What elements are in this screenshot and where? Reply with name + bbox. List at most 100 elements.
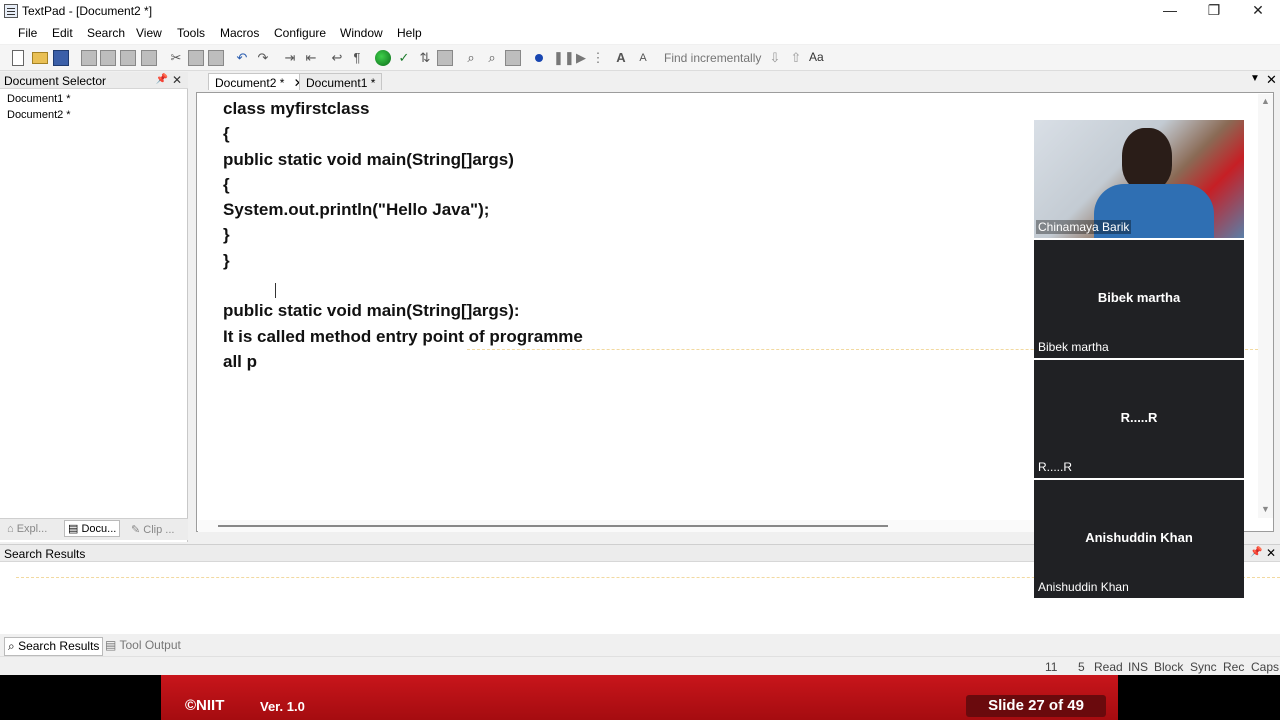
open-folder-icon[interactable] <box>32 52 48 64</box>
find-in-files-icon[interactable] <box>505 50 521 66</box>
pause-macro-icon[interactable]: ❚❚ <box>553 50 575 66</box>
sort-icon[interactable]: ⇅ <box>417 50 433 66</box>
copy-icon[interactable] <box>188 50 204 66</box>
code-line: class myfirstclass <box>223 99 370 118</box>
code-line: { <box>223 175 230 194</box>
participant-tile[interactable]: R.....R R.....R <box>1034 360 1244 478</box>
participant-name: Chinamaya Barik <box>1036 220 1132 234</box>
code-line: System.out.println("Hello Java"); <box>223 200 490 219</box>
tab-search-results[interactable]: ⌕ Search Results <box>4 637 104 656</box>
outdent-icon[interactable]: ⇤ <box>303 50 319 66</box>
compare-files-icon[interactable] <box>437 50 453 66</box>
status-line-number: 11 <box>1045 660 1058 674</box>
document-tab-row: Document2 * ✕ Document1 * ▼ ✕ <box>192 72 1280 90</box>
close-panel-icon[interactable]: ✕ <box>172 73 182 87</box>
code-line: public static void main(String[]args) <box>223 150 514 169</box>
participant-video-feed <box>1122 128 1172 190</box>
participant-tile[interactable]: Anishuddin Khan Anishuddin Khan <box>1034 480 1244 598</box>
menu-macros[interactable]: Macros <box>220 26 259 40</box>
tab-document1[interactable]: Document1 * <box>299 73 383 90</box>
tab-explorer[interactable]: ⌂ Expl... <box>4 522 50 536</box>
code-line: } <box>223 225 230 244</box>
participant-tile[interactable]: Bibek martha Bibek martha <box>1034 240 1244 358</box>
match-case-toggle[interactable]: Aa <box>809 50 824 64</box>
pin-icon[interactable]: 📌 <box>156 74 168 85</box>
restore-icon[interactable]: ❐ <box>1192 0 1236 22</box>
cut-icon[interactable]: ✂ <box>168 50 184 66</box>
document-selector-title: Document Selector <box>4 74 107 88</box>
menu-help[interactable]: Help <box>397 26 422 40</box>
tab-clip-library-label: Clip ... <box>143 524 175 536</box>
participant-video-tile[interactable]: Chinamaya Barik <box>1034 120 1244 238</box>
side-panel-tabs: ⌂ Expl... ▤ Docu... ✎ Clip ... <box>0 518 188 540</box>
status-rec: Rec <box>1223 660 1245 674</box>
play-macro-icon[interactable]: ▶ <box>573 50 589 66</box>
find-next-down-icon[interactable]: ⇩ <box>767 50 783 66</box>
menu-file[interactable]: File <box>18 26 37 40</box>
scroll-up-icon[interactable]: ▲ <box>1261 96 1270 106</box>
increase-font-icon[interactable]: A <box>613 50 629 66</box>
print-preview-icon[interactable] <box>120 50 136 66</box>
bottom-panel-tabs: ⌕ Search Results ▤ Tool Output <box>0 634 1280 656</box>
tab-document2[interactable]: Document2 * ✕ <box>208 73 311 90</box>
record-macro-icon[interactable] <box>535 54 543 62</box>
indent-icon[interactable]: ⇥ <box>282 50 298 66</box>
new-file-icon[interactable] <box>12 50 24 66</box>
decrease-font-icon[interactable]: A <box>635 50 651 66</box>
tab-document-selector[interactable]: ▤ Docu... <box>64 520 121 537</box>
tab-tool-output-label: Tool Output <box>119 638 181 652</box>
save-all-icon[interactable] <box>81 50 97 66</box>
find-next-up-icon[interactable]: ⇧ <box>788 50 804 66</box>
search-results-title: Search Results <box>4 547 86 561</box>
horizontal-scroll-thumb[interactable] <box>218 525 888 527</box>
vertical-scrollbar[interactable]: ▲ ▼ <box>1258 94 1273 518</box>
menu-tools[interactable]: Tools <box>177 26 205 40</box>
find-icon[interactable]: ⌕ <box>463 50 479 66</box>
undo-icon[interactable]: ↶ <box>234 50 250 66</box>
menu-bar: File Edit Search View Tools Macros Confi… <box>0 22 1280 44</box>
code-line: } <box>223 251 230 270</box>
tab-tool-output[interactable]: ▤ Tool Output <box>102 637 184 653</box>
status-bar: 11 5 Read INS Block Sync Rec Caps <box>0 656 1280 675</box>
code-line: all p <box>223 352 258 371</box>
document-list-item[interactable]: Document2 * <box>7 109 71 121</box>
spell-check-icon[interactable]: ✓ <box>396 50 412 66</box>
menu-view[interactable]: View <box>136 26 162 40</box>
close-document-icon[interactable]: ✕ <box>1266 72 1277 88</box>
replace-icon[interactable]: ⌕ <box>484 50 500 66</box>
pin-icon[interactable]: 📌 <box>1250 547 1262 558</box>
menu-configure[interactable]: Configure <box>274 26 326 40</box>
find-incrementally-input[interactable] <box>664 50 764 66</box>
visible-spaces-icon[interactable]: ¶ <box>349 50 365 66</box>
tab-document1-label: Document1 * <box>306 76 376 90</box>
participant-name: R.....R <box>1038 460 1073 474</box>
status-sync: Sync <box>1190 660 1217 674</box>
menu-edit[interactable]: Edit <box>52 26 73 40</box>
slide-counter: Slide 27 of 49 <box>966 695 1106 717</box>
redo-icon[interactable]: ↷ <box>255 50 271 66</box>
status-column-number: 5 <box>1078 660 1085 674</box>
participant-center-name: Anishuddin Khan <box>1085 530 1193 545</box>
menu-window[interactable]: Window <box>340 26 383 40</box>
paste-icon[interactable] <box>208 50 224 66</box>
niit-logo: ©NIIT <box>185 697 225 714</box>
close-panel-icon[interactable]: ✕ <box>1266 546 1276 560</box>
participant-center-name: Bibek martha <box>1097 290 1181 305</box>
menu-search[interactable]: Search <box>87 26 125 40</box>
minimize-icon[interactable]: — <box>1148 0 1192 22</box>
tab-list-dropdown-icon[interactable]: ▼ <box>1250 73 1260 84</box>
scroll-down-icon[interactable]: ▼ <box>1261 504 1270 514</box>
toolbar-overflow-icon[interactable]: ⋮ <box>590 50 606 66</box>
close-icon[interactable]: ✕ <box>1236 0 1280 22</box>
print-icon[interactable] <box>100 50 116 66</box>
web-browser-icon[interactable] <box>375 50 391 66</box>
save-icon[interactable] <box>53 50 69 66</box>
document-list-item[interactable]: Document1 * <box>7 93 71 105</box>
horizontal-scrollbar[interactable] <box>198 520 1034 532</box>
version-label: Ver. 1.0 <box>260 699 305 714</box>
page-setup-icon[interactable] <box>141 50 157 66</box>
text-cursor-icon <box>275 283 276 298</box>
word-wrap-icon[interactable]: ↩ <box>329 50 345 66</box>
tab-clip-library[interactable]: ✎ Clip ... <box>128 522 177 537</box>
document-selector-header: Document Selector 📌 ✕ <box>0 72 188 89</box>
